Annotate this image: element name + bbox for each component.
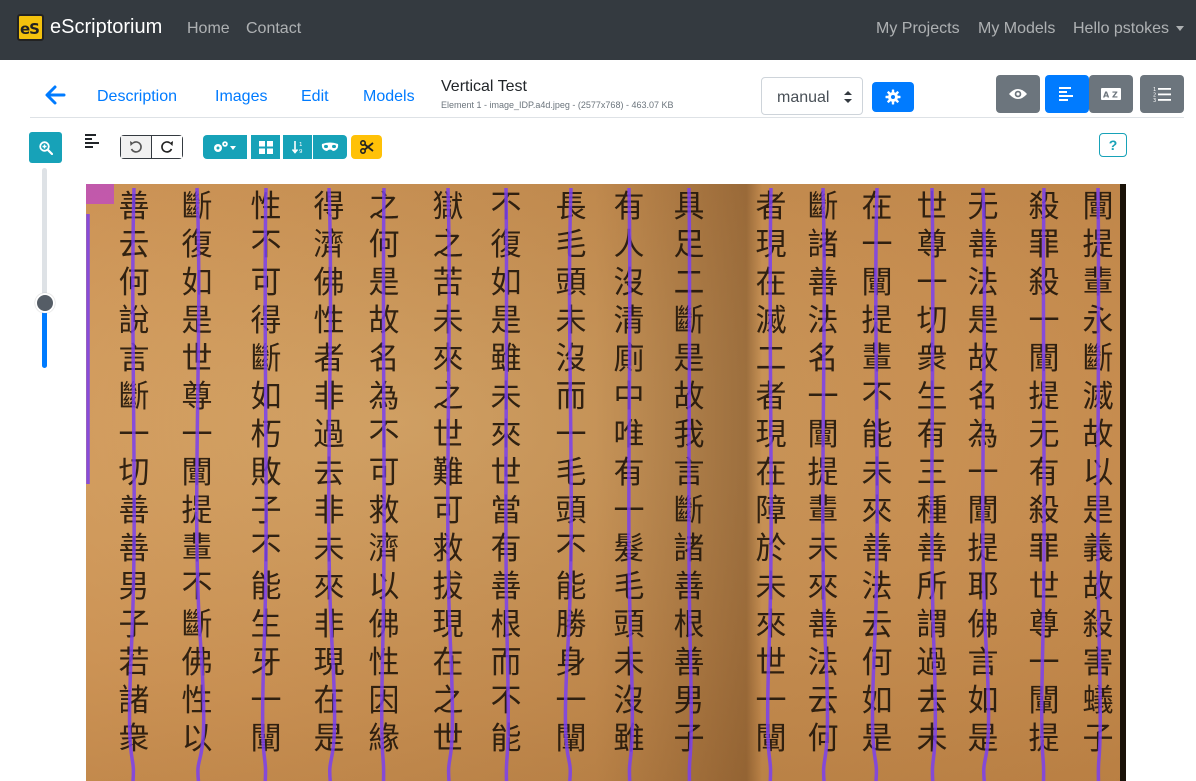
top-navbar: eS eScriptorium Home Contact My Projects… <box>0 0 1196 60</box>
tab-models[interactable]: Models <box>363 88 415 106</box>
baseline[interactable] <box>380 187 386 781</box>
select-arrows-icon <box>844 91 852 103</box>
baseline[interactable] <box>127 187 136 781</box>
toggle-segmentation-view-button[interactable] <box>1045 75 1089 113</box>
eye-icon <box>1009 89 1027 99</box>
help-button[interactable]: ? <box>1099 133 1127 157</box>
nav-my-projects[interactable]: My Projects <box>876 20 960 38</box>
document-title: Vertical Test <box>441 78 527 95</box>
redo-button[interactable] <box>151 136 182 158</box>
baseline[interactable] <box>260 187 268 781</box>
transcription-select-value: manual <box>777 89 830 106</box>
baseline[interactable] <box>765 187 773 781</box>
cogs-icon <box>214 141 236 152</box>
sort-numeric-icon: 1 9 <box>291 141 303 154</box>
baseline[interactable] <box>1040 187 1046 781</box>
nav-contact[interactable]: Contact <box>246 20 301 38</box>
toggle-diplomatic-view-button[interactable]: 1 2 3 <box>1140 75 1184 113</box>
tools-dropdown-button[interactable] <box>203 135 247 159</box>
zoom-in-icon <box>38 140 53 155</box>
svg-text:3: 3 <box>1153 98 1156 102</box>
nav-home[interactable]: Home <box>187 20 230 38</box>
redo-icon <box>160 141 173 153</box>
toggle-transcription-view-button[interactable]: A Z <box>1089 75 1133 113</box>
mask-icon <box>321 142 339 151</box>
baseline[interactable] <box>563 187 573 781</box>
caret-down-icon <box>1176 26 1185 32</box>
logo-text: eS <box>20 20 40 38</box>
align-left-icon <box>1059 87 1073 101</box>
baselines-layer <box>86 187 1102 781</box>
toggle-masks-button[interactable] <box>313 135 347 159</box>
baseline[interactable] <box>627 187 635 781</box>
baseline[interactable] <box>446 187 455 781</box>
translate-icon: A Z <box>1101 88 1121 100</box>
zoom-button[interactable] <box>29 132 62 163</box>
tab-images[interactable]: Images <box>215 88 267 106</box>
document-meta: Element 1 - image_IDP.a4d.jpeg - (2577x7… <box>441 100 674 110</box>
manuscript-edge <box>1120 184 1126 781</box>
gear-icon <box>885 89 901 105</box>
baseline[interactable] <box>327 187 337 781</box>
scissors-icon <box>359 140 374 154</box>
baseline[interactable] <box>870 187 879 781</box>
brand-link[interactable]: eS eScriptorium <box>17 14 162 41</box>
baseline[interactable] <box>194 187 206 781</box>
baseline[interactable] <box>930 187 938 781</box>
document-toolbar: Description Images Edit Models Vertical … <box>30 74 1184 118</box>
user-menu[interactable]: Hello pstokes <box>1073 20 1185 38</box>
list-ordered-icon: 1 2 3 <box>1153 87 1171 102</box>
undo-button[interactable] <box>121 136 152 158</box>
undo-icon <box>129 141 142 153</box>
undo-redo-group <box>120 135 183 159</box>
baseline[interactable] <box>687 187 693 781</box>
tab-description[interactable]: Description <box>97 88 177 106</box>
settings-button[interactable] <box>872 82 914 112</box>
arrow-left-icon[interactable] <box>44 84 66 106</box>
svg-text:A: A <box>1103 91 1110 100</box>
svg-text:1: 1 <box>299 142 303 148</box>
transcription-select[interactable]: manual <box>761 77 863 115</box>
escriptorium-logo: eS <box>17 14 44 41</box>
toggle-source-view-button[interactable] <box>996 75 1040 113</box>
toggle-regions-button[interactable] <box>251 135 280 159</box>
tab-edit[interactable]: Edit <box>301 88 329 106</box>
grid-icon <box>258 140 273 154</box>
brand-name: eScriptorium <box>50 16 163 38</box>
nav-my-models[interactable]: My Models <box>978 20 1055 38</box>
baseline[interactable] <box>504 187 510 781</box>
user-menu-label: Hello pstokes <box>1073 20 1170 37</box>
manuscript-image-canvas[interactable]: 善云何說言斷一切善善男子若諸衆 斷復如是世尊一闡提輩不斷佛性以 性不可得斷如朽敗子不… <box>86 184 1126 781</box>
cut-mode-button[interactable] <box>351 135 382 159</box>
baseline[interactable] <box>821 187 830 781</box>
zoom-slider-handle[interactable] <box>35 293 55 313</box>
baseline[interactable] <box>1096 187 1102 781</box>
align-left-icon <box>85 134 99 148</box>
svg-text:9: 9 <box>299 149 303 154</box>
baseline[interactable] <box>981 187 991 781</box>
svg-text:Z: Z <box>1112 91 1118 100</box>
line-ordering-button[interactable]: 1 9 <box>283 135 312 159</box>
